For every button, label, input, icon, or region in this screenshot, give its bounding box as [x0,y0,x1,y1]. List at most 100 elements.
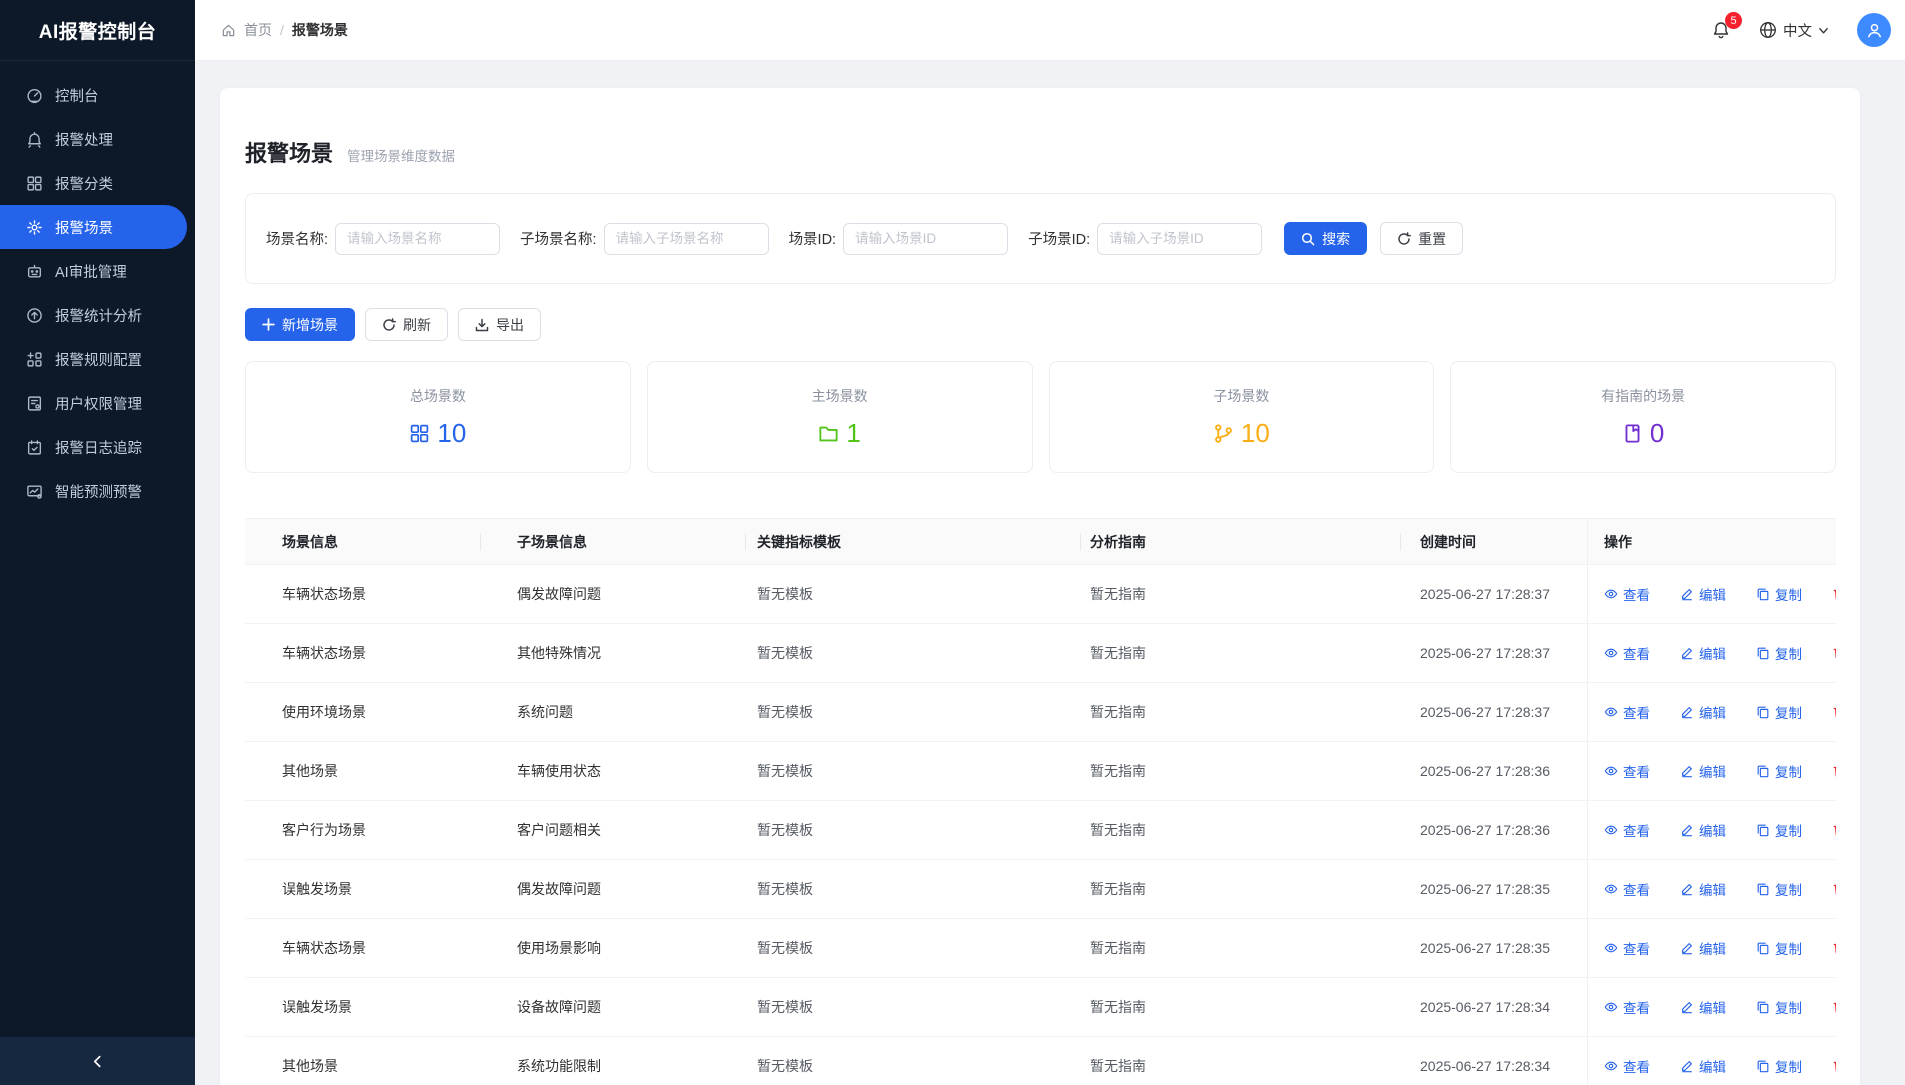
stat-card: 子场景数 10 [1049,361,1435,473]
copy-button[interactable]: 复制 [1756,761,1802,781]
copy-button[interactable]: 复制 [1756,584,1802,604]
user-doc-icon [26,395,43,412]
created-cell: 2025-06-27 17:28:35 [1400,940,1587,956]
grid-plus-icon [26,351,43,368]
sidebar-item-label: 智能预测预警 [55,481,142,502]
copy-button[interactable]: 复制 [1756,1056,1802,1076]
trash-icon [1832,1059,1836,1073]
delete-button[interactable]: 删除 [1832,1056,1836,1076]
sidebar-item[interactable]: 报警统计分析 [0,293,187,337]
filter-input[interactable] [843,223,1008,255]
filter-panel: 场景名称: 子场景名称: 场景ID: [245,193,1836,284]
add-scene-button[interactable]: 新增场景 [245,308,355,341]
home-icon[interactable] [221,23,236,38]
edit-button[interactable]: 编辑 [1680,997,1726,1017]
edit-button[interactable]: 编辑 [1680,584,1726,604]
edit-button[interactable]: 编辑 [1680,879,1726,899]
table-row: 车辆状态场景 偶发故障问题 暂无模板 暂无指南 2025-06-27 17:28… [245,565,1836,624]
sidebar-menu: 控制台 报警处理 报警分类 报警场景 AI审批管理 [0,61,195,1037]
sidebar-item[interactable]: 控制台 [0,73,187,117]
view-button[interactable]: 查看 [1604,997,1650,1017]
edit-button[interactable]: 编辑 [1680,702,1726,722]
copy-button[interactable]: 复制 [1756,643,1802,663]
breadcrumb-home[interactable]: 首页 [244,20,272,40]
view-button[interactable]: 查看 [1604,643,1650,663]
sidebar-item[interactable]: 用户权限管理 [0,381,187,425]
sidebar-item[interactable]: 报警场景 [0,205,187,249]
user-avatar[interactable] [1857,13,1891,47]
edit-button[interactable]: 编辑 [1680,761,1726,781]
view-button[interactable]: 查看 [1604,938,1650,958]
sidebar-item-label: 控制台 [55,85,99,106]
sidebar-item[interactable]: 报警日志追踪 [0,425,187,469]
user-icon [1865,21,1884,40]
edit-button[interactable]: 编辑 [1680,643,1726,663]
bookmark-icon [1622,423,1643,444]
template-cell: 暂无模板 [745,761,1080,781]
view-button[interactable]: 查看 [1604,761,1650,781]
breadcrumb-separator: / [280,22,284,38]
stat-value: 10 [1213,418,1270,449]
copy-button[interactable]: 复制 [1756,997,1802,1017]
delete-button[interactable]: 删除 [1832,938,1836,958]
edit-button[interactable]: 编辑 [1680,820,1726,840]
stat-value: 10 [409,418,466,449]
filter-item: 场景名称: [266,223,500,255]
copy-icon [1756,1059,1770,1073]
copy-icon [1756,882,1770,896]
created-cell: 2025-06-27 17:28:34 [1400,999,1587,1015]
stat-label: 主场景数 [812,386,868,406]
view-button[interactable]: 查看 [1604,1056,1650,1076]
search-button[interactable]: 搜索 [1284,222,1367,255]
stat-label: 总场景数 [410,386,466,406]
sidebar-item[interactable]: 报警分类 [0,161,187,205]
sidebar-item[interactable]: 报警处理 [0,117,187,161]
edit-button[interactable]: 编辑 [1680,1056,1726,1076]
copy-button[interactable]: 复制 [1756,702,1802,722]
actions-cell: 查看 编辑 复制 [1587,860,1836,918]
scene-cell: 使用环境场景 [245,702,480,722]
sidebar-item[interactable]: AI审批管理 [0,249,187,293]
guide-cell: 暂无指南 [1080,761,1400,781]
sidebar-item-label: 报警日志追踪 [55,437,142,458]
sidebar-item[interactable]: 智能预测预警 [0,469,187,513]
filter-input[interactable] [1097,223,1262,255]
view-button[interactable]: 查看 [1604,879,1650,899]
sidebar-item[interactable]: 报警规则配置 [0,337,187,381]
delete-button[interactable]: 删除 [1832,997,1836,1017]
eye-icon [1604,764,1618,778]
page-subtitle: 管理场景维度数据 [347,145,455,165]
sidebar-collapse-button[interactable] [0,1037,195,1085]
reset-button[interactable]: 重置 [1380,222,1463,255]
language-selector[interactable]: 中文 [1759,20,1829,41]
delete-button[interactable]: 删除 [1832,702,1836,722]
view-button[interactable]: 查看 [1604,584,1650,604]
delete-button[interactable]: 删除 [1832,584,1836,604]
guide-cell: 暂无指南 [1080,938,1400,958]
main-area: 首页 / 报警场景 5 中文 报警场景 管理场景维度数据 [195,0,1905,1085]
pencil-icon [1680,941,1694,955]
copy-button[interactable]: 复制 [1756,938,1802,958]
content: 报警场景 管理场景维度数据 场景名称: [195,61,1905,1085]
stat-value: 0 [1622,418,1664,449]
pencil-icon [1680,1000,1694,1014]
copy-button[interactable]: 复制 [1756,879,1802,899]
filter-input[interactable] [604,223,769,255]
delete-button[interactable]: 删除 [1832,820,1836,840]
filter-input[interactable] [335,223,500,255]
refresh-button[interactable]: 刷新 [365,308,448,341]
delete-button[interactable]: 删除 [1832,879,1836,899]
table-row: 使用环境场景 系统问题 暂无模板 暂无指南 2025-06-27 17:28:3… [245,683,1836,742]
view-button[interactable]: 查看 [1604,702,1650,722]
sidebar-item-label: 报警统计分析 [55,305,142,326]
guide-cell: 暂无指南 [1080,1056,1400,1076]
notifications-button[interactable]: 5 [1711,20,1731,40]
edit-button[interactable]: 编辑 [1680,938,1726,958]
delete-button[interactable]: 删除 [1832,643,1836,663]
eye-icon [1604,1059,1618,1073]
view-button[interactable]: 查看 [1604,820,1650,840]
stat-value: 1 [818,418,860,449]
export-button[interactable]: 导出 [458,308,541,341]
copy-button[interactable]: 复制 [1756,820,1802,840]
delete-button[interactable]: 删除 [1832,761,1836,781]
